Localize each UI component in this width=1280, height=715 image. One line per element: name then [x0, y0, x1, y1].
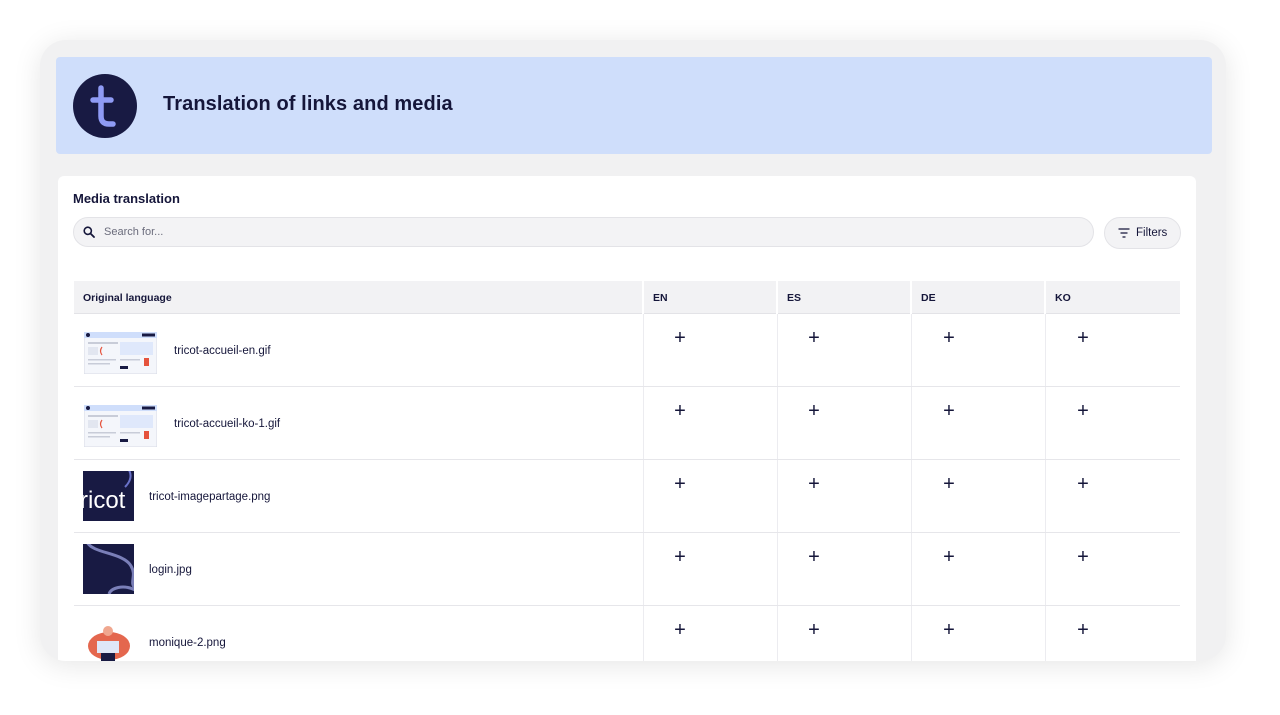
column-header-original-language: Original language	[74, 281, 642, 314]
add-translation-es-button[interactable]: +	[803, 473, 825, 495]
add-translation-es-button[interactable]: +	[803, 400, 825, 422]
column-divider	[1045, 460, 1046, 532]
table-row: ricot tricot-imagepartage.png + + + +	[74, 460, 1180, 533]
add-translation-ko-button[interactable]: +	[1072, 473, 1094, 495]
file-name: tricot-imagepartage.png	[149, 491, 271, 503]
table-row: tricot-accueil-en.gif + + + +	[74, 314, 1180, 387]
search-icon	[83, 226, 95, 238]
column-header-ko: KO	[1046, 281, 1180, 314]
media-translation-card: Media translation Filters Original langu…	[58, 176, 1196, 661]
column-header-en: EN	[644, 281, 776, 314]
column-divider	[777, 387, 778, 459]
media-table: Original language EN ES DE KO tricot-acc…	[74, 281, 1180, 661]
filters-button[interactable]: Filters	[1104, 217, 1181, 249]
file-name: tricot-accueil-en.gif	[174, 345, 271, 357]
screenshot-thumbnail[interactable]	[84, 405, 157, 447]
thumbnail-brand-text: ricot	[83, 487, 126, 514]
table-row: login.jpg + + + +	[74, 533, 1180, 606]
screenshot-thumbnail[interactable]	[84, 332, 157, 374]
page-header: Translation of links and media	[56, 57, 1212, 154]
add-translation-es-button[interactable]: +	[803, 546, 825, 568]
add-translation-de-button[interactable]: +	[938, 619, 960, 641]
add-translation-ko-button[interactable]: +	[1072, 400, 1094, 422]
file-name: monique-2.png	[149, 637, 226, 649]
table-row: monique-2.png + + + +	[74, 606, 1180, 661]
column-divider	[1045, 606, 1046, 661]
column-divider	[643, 533, 644, 605]
filters-label: Filters	[1136, 227, 1168, 239]
table-row: tricot-accueil-ko-1.gif + + + +	[74, 387, 1180, 460]
column-header-de: DE	[912, 281, 1044, 314]
column-divider	[643, 460, 644, 532]
app-frame: Translation of links and media Media tra…	[40, 40, 1226, 661]
table-header: Original language EN ES DE KO	[74, 281, 1180, 314]
column-divider	[643, 606, 644, 661]
add-translation-en-button[interactable]: +	[669, 327, 691, 349]
section-title: Media translation	[73, 191, 180, 206]
brand-letter-t-icon	[90, 85, 116, 127]
add-translation-en-button[interactable]: +	[669, 400, 691, 422]
column-divider	[911, 606, 912, 661]
column-divider	[1045, 314, 1046, 386]
add-translation-de-button[interactable]: +	[938, 327, 960, 349]
add-translation-ko-button[interactable]: +	[1072, 619, 1094, 641]
column-divider	[1045, 387, 1046, 459]
file-name: login.jpg	[149, 564, 192, 576]
add-translation-es-button[interactable]: +	[803, 619, 825, 641]
column-divider	[911, 533, 912, 605]
file-name: tricot-accueil-ko-1.gif	[174, 418, 281, 430]
column-divider	[911, 387, 912, 459]
column-divider	[643, 314, 644, 386]
brand-logo	[73, 74, 137, 138]
column-header-es: ES	[778, 281, 910, 314]
search-input[interactable]	[104, 218, 1074, 246]
column-divider	[911, 314, 912, 386]
column-divider	[643, 387, 644, 459]
illustration-thumbnail[interactable]	[83, 617, 134, 661]
add-translation-en-button[interactable]: +	[669, 473, 691, 495]
page-title: Translation of links and media	[163, 93, 453, 115]
column-divider	[777, 314, 778, 386]
column-divider	[1045, 533, 1046, 605]
column-divider	[777, 533, 778, 605]
column-divider	[777, 606, 778, 661]
add-translation-es-button[interactable]: +	[803, 327, 825, 349]
column-divider	[911, 460, 912, 532]
filter-icon	[1118, 228, 1130, 238]
wave-pattern-thumbnail[interactable]	[83, 544, 134, 594]
add-translation-ko-button[interactable]: +	[1072, 546, 1094, 568]
add-translation-de-button[interactable]: +	[938, 473, 960, 495]
add-translation-en-button[interactable]: +	[669, 619, 691, 641]
search-bar[interactable]	[73, 217, 1094, 247]
add-translation-ko-button[interactable]: +	[1072, 327, 1094, 349]
add-translation-en-button[interactable]: +	[669, 546, 691, 568]
add-translation-de-button[interactable]: +	[938, 400, 960, 422]
column-divider	[777, 460, 778, 532]
add-translation-de-button[interactable]: +	[938, 546, 960, 568]
tricot-brand-thumbnail[interactable]: ricot	[83, 471, 134, 521]
